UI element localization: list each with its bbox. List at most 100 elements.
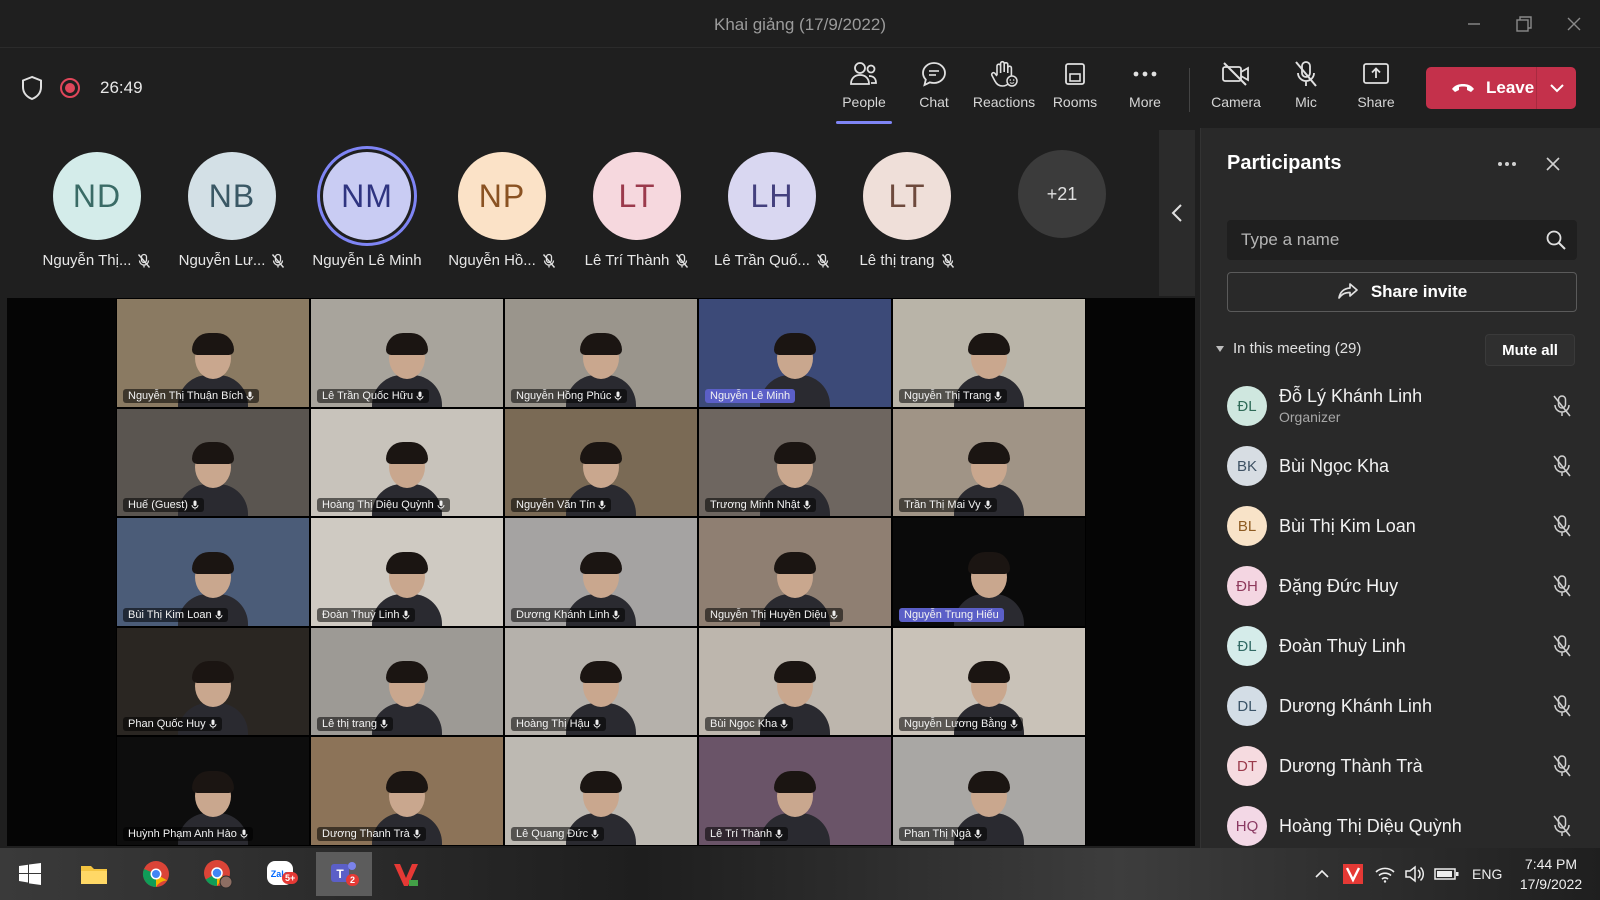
chrome-app[interactable] [128, 852, 184, 896]
participant-row[interactable]: ĐL Đoàn Thuỳ Linh [1201, 616, 1600, 676]
battery-icon[interactable] [1434, 867, 1460, 881]
close-panel-button[interactable] [1539, 150, 1567, 178]
video-tile[interactable]: Dương Thanh Trà [310, 736, 504, 846]
video-tile[interactable]: Huỳnh Phạm Anh Hào [116, 736, 310, 846]
video-tile[interactable]: Nguyễn Văn Tín [504, 407, 698, 518]
video-tile[interactable]: Lê Trí Thành [698, 736, 892, 846]
video-tile[interactable]: Đoàn Thuỳ Linh [310, 517, 504, 627]
video-tile[interactable]: Hoàng Thị Diệu Quỳnh [310, 407, 504, 518]
participant-row[interactable]: DT Dương Thành Trà [1201, 736, 1600, 796]
video-tile[interactable]: Huế (Guest) [116, 407, 310, 518]
mic-icon [994, 391, 1002, 401]
video-tile[interactable]: Nguyễn Trung Hiếu [892, 517, 1086, 627]
mic-icon [246, 391, 254, 401]
participant-mic-status[interactable] [1551, 634, 1573, 663]
people-label: People [842, 94, 886, 110]
vivaldi-app[interactable] [378, 852, 434, 896]
video-tile[interactable]: Lê Quang Đức [504, 736, 698, 846]
chrome-profile-app[interactable] [190, 852, 246, 896]
system-clock[interactable]: 7:44 PM 17/9/2022 [1508, 854, 1594, 894]
video-tile[interactable]: Nguyễn Thị Trang [892, 298, 1086, 408]
strip-avatar[interactable]: NP Nguyễn Hồ... [437, 152, 567, 269]
leave-button[interactable]: Leave [1426, 67, 1536, 109]
participant-mic-status[interactable] [1551, 454, 1573, 483]
strip-avatar[interactable]: NB Nguyễn Lư... [167, 152, 297, 269]
strip-avatar[interactable]: LT Lê thị trang [842, 152, 972, 269]
meeting-status: 26:49 [20, 72, 143, 104]
video-figure-hair [968, 770, 1010, 793]
participant-row[interactable]: ĐH Đặng Đức Huy [1201, 556, 1600, 616]
mute-all-button[interactable]: Mute all [1485, 334, 1575, 366]
people-button[interactable]: People [832, 58, 896, 124]
zalo-app[interactable]: Zalo 5+ [254, 852, 310, 896]
video-tile[interactable]: Trần Thị Mai Vy [892, 407, 1086, 518]
mic-off-icon [1553, 695, 1571, 717]
chevron-left-icon [1171, 204, 1182, 222]
participant-mic-status[interactable] [1551, 754, 1573, 783]
video-tile[interactable]: Bùi Thị Kim Loan [116, 517, 310, 627]
participant-row[interactable]: HQ Hoàng Thị Diệu Quỳnh [1201, 796, 1600, 856]
chevron-up-icon[interactable] [1314, 869, 1330, 879]
participant-row[interactable]: ĐL Đỗ Lý Khánh Linh Organizer [1201, 376, 1600, 436]
participant-row[interactable]: DL Dương Khánh Linh [1201, 676, 1600, 736]
mic-off-icon [676, 253, 689, 268]
video-tile[interactable]: Nguyễn Hồng Phúc [504, 298, 698, 408]
video-tile[interactable]: Bùi Ngọc Kha [698, 626, 892, 737]
camera-button[interactable]: Camera [1204, 58, 1268, 122]
network-icon[interactable] [1374, 865, 1396, 883]
participant-row[interactable]: BL Bùi Thị Kim Loan [1201, 496, 1600, 556]
mic-off-icon [1553, 815, 1571, 837]
strip-avatar[interactable]: LT Lê Trí Thành [572, 152, 702, 269]
video-tile[interactable]: Phan Quốc Huy [116, 626, 310, 737]
avatar: BL [1227, 506, 1267, 546]
avatar-name: Lê thị trang [859, 252, 954, 269]
chat-button[interactable]: Chat [902, 58, 966, 122]
share-button[interactable]: Share [1344, 58, 1408, 122]
participant-mic-status[interactable] [1551, 394, 1573, 423]
restore-button[interactable] [1506, 10, 1542, 38]
search-input[interactable] [1227, 230, 1527, 250]
more-button[interactable]: More [1113, 58, 1177, 122]
share-invite-button[interactable]: Share invite [1227, 272, 1577, 312]
video-tile[interactable]: Lê thị trang [310, 626, 504, 737]
participant-mic-status[interactable] [1551, 694, 1573, 723]
strip-avatar[interactable]: NM Nguyễn Lê Minh [302, 152, 432, 269]
start-button[interactable] [2, 852, 58, 896]
vietnamese-ime-icon[interactable] [1342, 863, 1364, 885]
video-figure-hair [580, 661, 622, 684]
file-explorer-app[interactable] [66, 852, 122, 896]
video-tile[interactable]: Nguyễn Lê Minh [698, 298, 892, 408]
strip-avatar[interactable]: ND Nguyễn Thị... [32, 152, 162, 269]
video-tile[interactable]: Dương Khánh Linh [504, 517, 698, 627]
participant-row[interactable]: BK Bùi Ngọc Kha [1201, 436, 1600, 496]
participant-mic-status[interactable] [1551, 514, 1573, 543]
video-tile[interactable]: Nguyễn Lương Bằng [892, 626, 1086, 737]
shield-icon[interactable] [20, 75, 44, 101]
video-tile[interactable]: Phan Thị Ngà [892, 736, 1086, 846]
panel-more-button[interactable] [1493, 150, 1521, 178]
mic-button[interactable]: Mic [1274, 58, 1338, 122]
in-meeting-section-toggle[interactable]: In this meeting (29) [1215, 340, 1361, 357]
search-icon[interactable] [1545, 229, 1567, 251]
video-tile[interactable]: Lê Trần Quốc Hữu [310, 298, 504, 408]
participant-mic-status[interactable] [1551, 814, 1573, 843]
reactions-button[interactable]: Reactions [972, 58, 1036, 122]
video-tile[interactable]: Trương Minh Nhật [698, 407, 892, 518]
collapse-strip-button[interactable] [1159, 130, 1195, 296]
avatar: HQ [1227, 806, 1267, 846]
video-tile[interactable]: Nguyễn Thị Huyền Diệu [698, 517, 892, 627]
leave-options-button[interactable] [1537, 83, 1576, 93]
teams-app[interactable]: T 2 [316, 852, 372, 896]
overflow-participants[interactable]: +21 [1018, 150, 1106, 238]
video-tile[interactable]: Nguyễn Thị Thuận Bích [116, 298, 310, 408]
volume-icon[interactable] [1404, 865, 1426, 883]
input-language[interactable]: ENG [1472, 866, 1502, 882]
minimize-button[interactable] [1456, 10, 1492, 38]
strip-avatar[interactable]: LH Lê Trần Quố... [707, 152, 837, 269]
mic-off-icon [1295, 61, 1317, 87]
mic-icon [598, 500, 606, 510]
close-window-button[interactable] [1556, 10, 1592, 38]
participant-mic-status[interactable] [1551, 574, 1573, 603]
video-tile[interactable]: Hoàng Thị Hậu [504, 626, 698, 737]
rooms-button[interactable]: Rooms [1043, 58, 1107, 122]
